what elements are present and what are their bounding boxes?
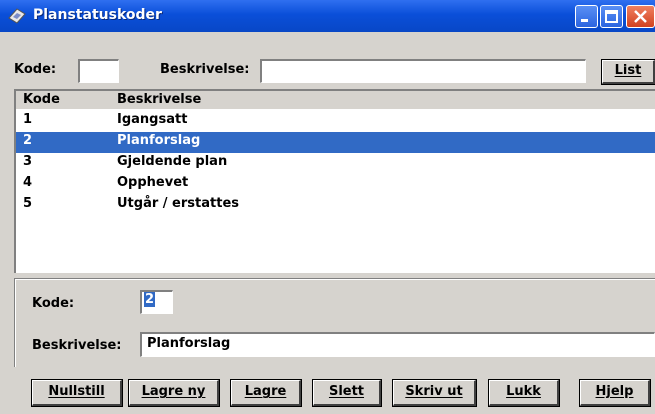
detail-kode-input[interactable]: 2 bbox=[140, 290, 173, 314]
window-title: Planstatuskoder bbox=[33, 7, 162, 23]
code-list[interactable]: Kode Beskrivelse 1 Igangsatt 2 Planforsl… bbox=[14, 89, 655, 273]
minimize-icon bbox=[581, 19, 588, 22]
search-beskrivelse-input[interactable] bbox=[260, 59, 586, 83]
slett-button[interactable]: Slett bbox=[312, 379, 382, 407]
row-kode: 4 bbox=[23, 175, 33, 190]
lagre-button[interactable]: Lagre bbox=[230, 379, 302, 407]
skriv-ut-button[interactable]: Skriv ut bbox=[392, 379, 477, 407]
detail-kode-label: Kode: bbox=[32, 296, 75, 311]
column-header-kode[interactable]: Kode bbox=[23, 92, 60, 107]
close-button[interactable] bbox=[626, 5, 655, 28]
row-kode: 5 bbox=[23, 196, 33, 211]
search-beskrivelse-label: Beskrivelse: bbox=[160, 62, 250, 77]
list-item[interactable]: 4 Opphevet bbox=[16, 174, 655, 195]
row-beskrivelse: Utgår / erstattes bbox=[117, 196, 239, 211]
list-item[interactable]: 5 Utgår / erstattes bbox=[16, 195, 655, 216]
title-bar[interactable]: Planstatuskoder bbox=[0, 0, 655, 32]
search-kode-label: Kode: bbox=[14, 62, 57, 77]
hjelp-button[interactable]: Hjelp bbox=[579, 379, 651, 407]
detail-kode-value: 2 bbox=[144, 292, 156, 307]
row-beskrivelse: Opphevet bbox=[117, 175, 189, 190]
detail-beskrivelse-input[interactable]: Planforslag bbox=[140, 332, 655, 357]
detail-beskrivelse-value: Planforslag bbox=[147, 336, 231, 351]
row-beskrivelse: Planforslag bbox=[117, 133, 201, 148]
row-kode: 2 bbox=[23, 133, 33, 148]
list-item[interactable]: 1 Igangsatt bbox=[16, 111, 655, 132]
row-beskrivelse: Gjeldende plan bbox=[117, 154, 228, 169]
detail-beskrivelse-label: Beskrivelse: bbox=[32, 338, 122, 353]
maximize-icon bbox=[605, 10, 618, 23]
list-item-selected[interactable]: 2 Planforslag bbox=[16, 132, 655, 153]
maximize-button[interactable] bbox=[600, 5, 623, 28]
nullstill-button[interactable]: Nullstill bbox=[31, 379, 123, 407]
row-kode: 3 bbox=[23, 154, 33, 169]
list-header: Kode Beskrivelse bbox=[16, 91, 655, 109]
lukk-button[interactable]: Lukk bbox=[488, 379, 560, 407]
list-item[interactable]: 3 Gjeldende plan bbox=[16, 153, 655, 174]
search-kode-input[interactable] bbox=[78, 59, 119, 83]
minimize-button[interactable] bbox=[575, 5, 598, 28]
column-header-beskrivelse[interactable]: Beskrivelse bbox=[117, 92, 201, 107]
close-icon bbox=[634, 10, 647, 23]
row-beskrivelse: Igangsatt bbox=[117, 112, 188, 127]
row-kode: 1 bbox=[23, 112, 33, 127]
lagre-ny-button[interactable]: Lagre ny bbox=[128, 379, 220, 407]
list-button[interactable]: List bbox=[601, 59, 655, 85]
app-icon bbox=[8, 8, 26, 24]
